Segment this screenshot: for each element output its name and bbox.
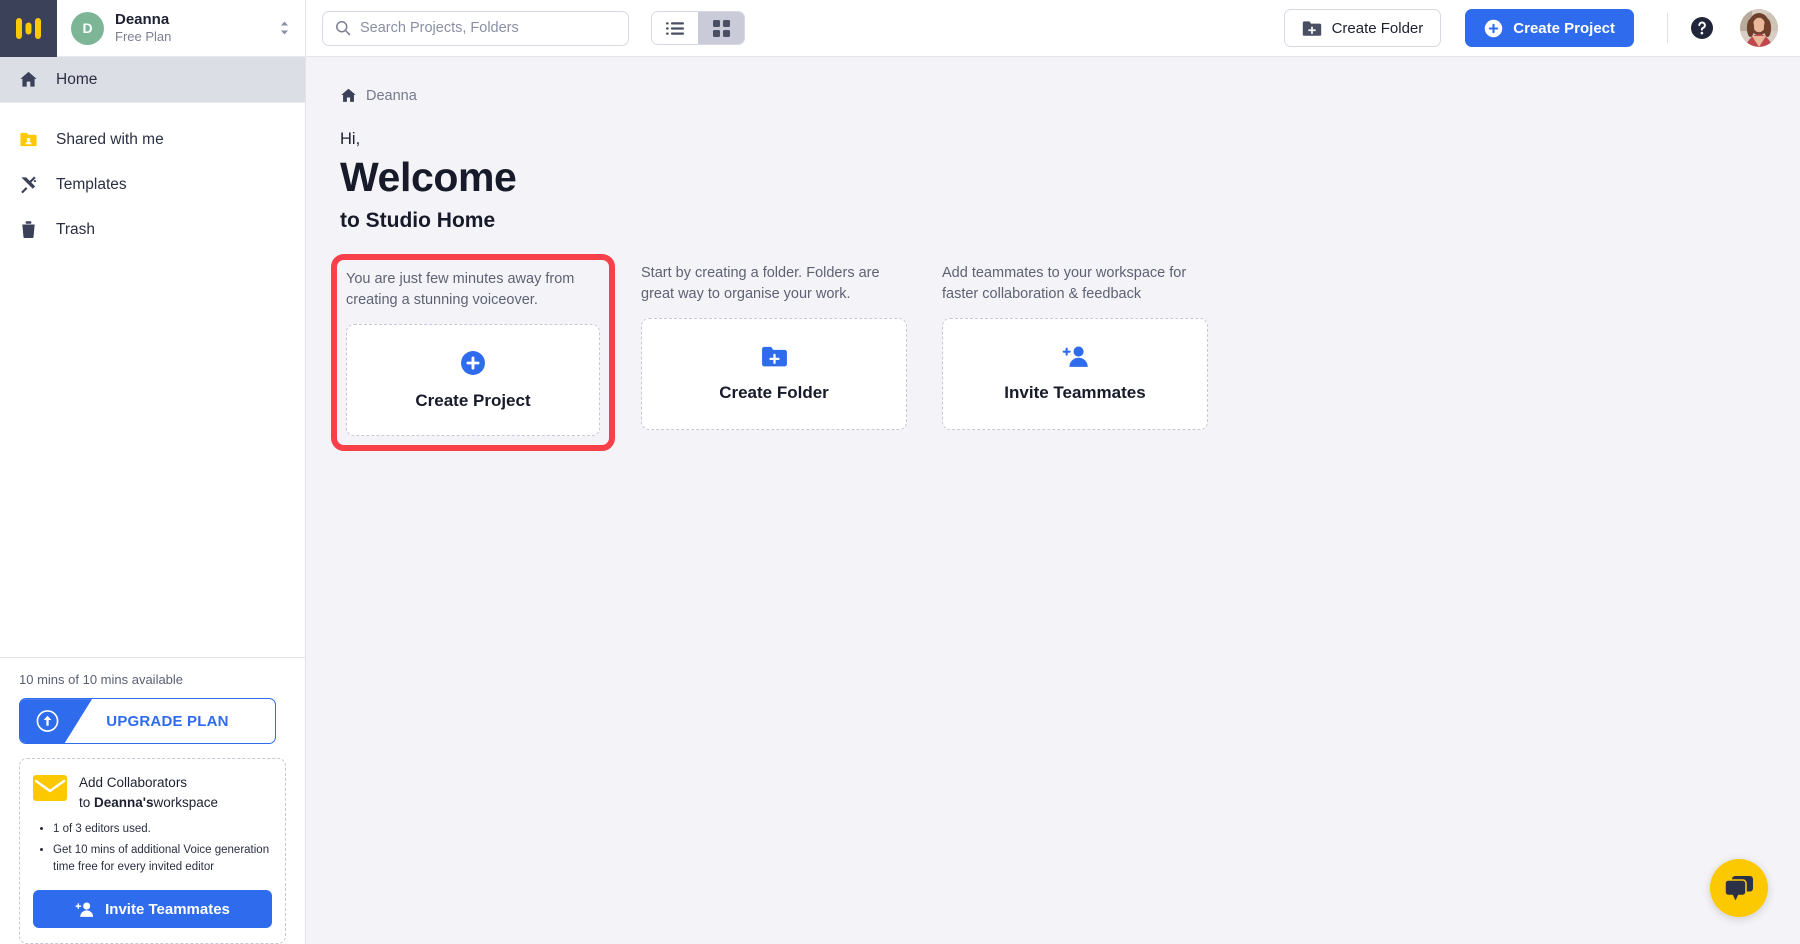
- list-item: 1 of 3 editors used.: [53, 821, 272, 838]
- create-project-card-wrapper: You are just few minutes away from creat…: [331, 254, 615, 452]
- home-icon: [18, 69, 39, 90]
- workspace-switcher[interactable]: D Deanna Free Plan: [57, 0, 305, 56]
- card-description: Add teammates to your workspace for fast…: [942, 265, 1187, 302]
- collab-workspace-owner: Deanna's: [94, 794, 154, 810]
- card-description: Start by creating a folder. Folders are …: [641, 265, 880, 302]
- invite-teammates-card-wrapper: Add teammates to your workspace for fast…: [942, 263, 1208, 442]
- collaborators-titles: Add Collaborators to Deanna'sworkspace: [79, 773, 218, 812]
- breadcrumb: Deanna: [340, 87, 1800, 104]
- person-add-icon: [75, 902, 94, 917]
- card-label: Create Project: [415, 390, 531, 410]
- sidebar-item-trash[interactable]: Trash: [0, 207, 305, 252]
- create-folder-label: Create Folder: [1331, 19, 1424, 37]
- create-folder-card-wrapper: Start by creating a folder. Folders are …: [641, 263, 907, 442]
- help-circle-icon[interactable]: [1690, 16, 1714, 40]
- topbar: Create Folder Create Project: [306, 0, 1800, 57]
- grid-view-button[interactable]: [698, 12, 744, 44]
- add-collaborators-card: Add Collaborators to Deanna'sworkspace 1…: [19, 758, 286, 944]
- collaborators-title-line2: to Deanna'sworkspace: [79, 793, 218, 813]
- search-icon: [336, 21, 351, 36]
- upgrade-plan-button[interactable]: UPGRADE PLAN: [19, 698, 276, 745]
- sidebar-nav-secondary: Shared with me Templates Trash: [0, 103, 305, 252]
- templates-icon: [18, 174, 39, 195]
- collaborators-header: Add Collaborators to Deanna'sworkspace: [33, 773, 272, 812]
- trash-icon: [18, 219, 39, 240]
- card-label: Create Folder: [719, 383, 829, 403]
- grid-view-icon: [712, 19, 730, 37]
- list-item: Get 10 mins of additional Voice generati…: [53, 842, 272, 877]
- greeting-text: Hi,: [340, 130, 361, 148]
- search-input[interactable]: [360, 20, 616, 36]
- page-title: Welcome: [340, 154, 517, 200]
- folder-plus-icon: [1302, 20, 1321, 36]
- page-subtitle: to Studio Home: [340, 209, 496, 233]
- sidebar-item-label: Home: [56, 70, 98, 88]
- create-project-label: Create Project: [1513, 19, 1615, 37]
- person-add-icon: [1062, 346, 1088, 368]
- chevron-up-down-icon[interactable]: [275, 20, 293, 36]
- sidebar-footer: 10 mins of 10 mins available UPGRADE PLA…: [0, 657, 305, 944]
- breadcrumb-label[interactable]: Deanna: [366, 88, 417, 104]
- shared-folder-icon: [18, 129, 39, 150]
- create-project-button[interactable]: Create Project: [1465, 9, 1634, 47]
- workspace-name: Deanna: [115, 10, 170, 28]
- view-toggle-group: [651, 11, 745, 45]
- home-icon[interactable]: [340, 87, 357, 104]
- envelope-icon: [33, 775, 67, 802]
- sidebar-item-home[interactable]: Home: [0, 57, 305, 102]
- sidebar-item-label: Trash: [56, 220, 96, 238]
- collab-prefix: to: [79, 794, 95, 810]
- sidebar-item-templates[interactable]: Templates: [0, 162, 305, 207]
- invite-teammates-card[interactable]: Invite Teammates: [942, 318, 1208, 431]
- list-view-button[interactable]: [652, 12, 698, 44]
- invite-teammates-button[interactable]: Invite Teammates: [33, 890, 272, 928]
- collaborators-title-line1: Add Collaborators: [79, 775, 188, 791]
- plus-circle-icon: [461, 350, 485, 375]
- sidebar-item-shared-with-me[interactable]: Shared with me: [0, 117, 305, 162]
- workspace-header: D Deanna Free Plan: [0, 0, 305, 57]
- upgrade-plan-label: UPGRADE PLAN: [106, 712, 229, 730]
- sidebar-item-label: Shared with me: [56, 130, 164, 148]
- search-box[interactable]: [322, 10, 629, 46]
- chat-bubbles-icon: [1724, 875, 1753, 900]
- plus-circle-icon: [1485, 19, 1503, 37]
- create-project-card[interactable]: Create Project: [346, 324, 600, 437]
- sidebar-item-label: Templates: [56, 175, 127, 193]
- sidebar: D Deanna Free Plan Home Shared with me T…: [0, 0, 306, 944]
- avatar[interactable]: [1740, 9, 1778, 47]
- sidebar-nav-primary: Home: [0, 57, 305, 102]
- topbar-divider: [1667, 13, 1668, 43]
- card-label: Invite Teammates: [1004, 383, 1146, 403]
- main-area: Create Folder Create Project: [306, 0, 1800, 944]
- content-area: Deanna Hi, Welcome to Studio Home You ar…: [306, 57, 1800, 944]
- chat-widget-button[interactable]: [1710, 859, 1768, 917]
- create-folder-button[interactable]: Create Folder: [1283, 9, 1442, 47]
- list-view-icon: [666, 21, 684, 35]
- collab-suffix: workspace: [153, 794, 219, 810]
- folder-plus-icon: [761, 347, 787, 367]
- collaborators-benefits-list: 1 of 3 editors used. Get 10 mins of addi…: [53, 821, 272, 876]
- usage-minutes-text: 10 mins of 10 mins available: [19, 672, 184, 688]
- workspace-avatar: D: [71, 11, 104, 45]
- app-root: D Deanna Free Plan Home Shared with me T…: [0, 0, 1800, 944]
- invite-teammates-label: Invite Teammates: [105, 900, 230, 918]
- workspace-text: Deanna Free Plan: [115, 11, 264, 46]
- create-folder-card[interactable]: Create Folder: [641, 318, 907, 431]
- workspace-plan: Free Plan: [115, 29, 172, 45]
- studio-logo-icon[interactable]: [0, 0, 57, 57]
- action-cards-row: You are just few minutes away from creat…: [331, 254, 1800, 452]
- card-description: You are just few minutes away from creat…: [346, 271, 575, 308]
